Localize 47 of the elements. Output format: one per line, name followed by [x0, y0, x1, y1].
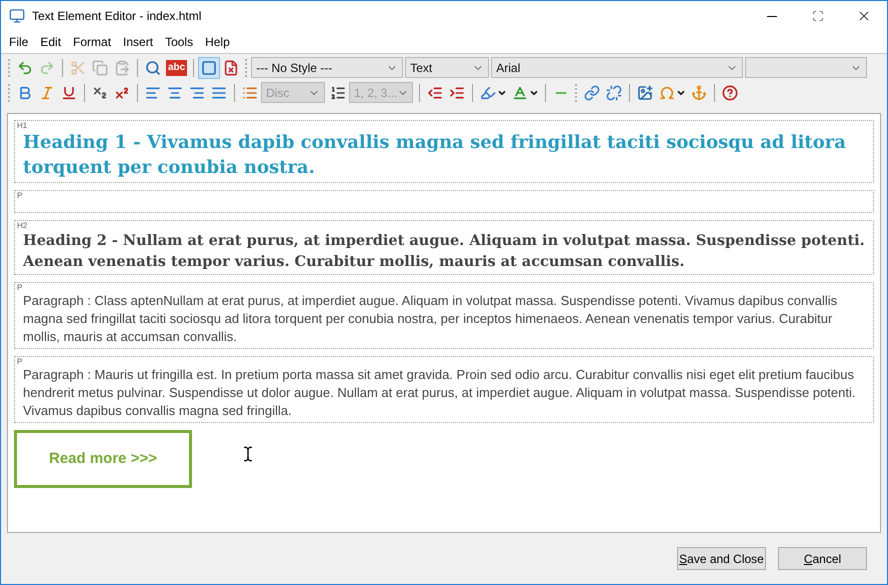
superscript-icon[interactable]	[114, 84, 130, 100]
bold-icon[interactable]	[17, 84, 33, 100]
subscript-icon[interactable]	[92, 84, 108, 100]
link-icon[interactable]	[584, 84, 600, 100]
menu-item[interactable]: Insert	[117, 33, 160, 51]
menu-item[interactable]: Format	[67, 33, 118, 51]
dropdown-field[interactable]: Arial	[491, 57, 744, 78]
dropdown-field[interactable]	[745, 57, 868, 78]
heading-text: Heading 2 - Nullam at erat purus, at imperdiet augue. Aliquam in volutpat massa. Suspendisse potenti. Aenean venenatis tempor varius. Curabitur mollis, mauris at accumsan convallis.	[23, 231, 865, 272]
dropdown-field[interactable]: Text	[405, 57, 490, 78]
bullet-list-icon[interactable]	[242, 84, 258, 100]
anchor-icon[interactable]	[691, 84, 707, 100]
highlighter-icon[interactable]	[480, 84, 496, 100]
app-icon	[9, 8, 25, 24]
spellcheck-button[interactable]: abc	[166, 60, 188, 76]
dialog-button[interactable]: Save and Close	[677, 547, 766, 570]
paragraph-text: Paragraph : Class aptenNullam at erat purus, at imperdiet augue. Aliquam in volutpat massa. Suspendisse potenti. Vivamus dapibus convallis magna sed fringillat taciti sociosqu ad litora torquent per conubia nostra, per inceptos himenaeos. Aenean venenatis tempor varius. Curabitur mollis, mauris at accumsan convallis.	[23, 292, 838, 346]
menu-item[interactable]: Edit	[34, 33, 68, 51]
dialog-button[interactable]: Cancel	[778, 547, 867, 570]
align-center-icon[interactable]	[167, 84, 183, 100]
tag-label: P	[17, 191, 24, 200]
underline-icon[interactable]	[61, 84, 77, 100]
menu-item[interactable]: Help	[199, 33, 236, 51]
tag-label: P	[17, 283, 24, 292]
menu-item[interactable]: Tools	[159, 33, 200, 51]
help-icon[interactable]	[722, 84, 738, 100]
tag-label: H1	[17, 121, 28, 130]
search-icon[interactable]	[145, 60, 161, 76]
dropdown-field[interactable]: --- No Style ---	[251, 57, 404, 78]
outdent-icon[interactable]	[427, 84, 443, 100]
align-left-icon[interactable]	[145, 84, 161, 100]
image-icon[interactable]	[637, 84, 653, 100]
numbered-list-icon[interactable]	[330, 84, 346, 100]
window-title: Text Element Editor - index.html	[32, 8, 202, 25]
indent-icon[interactable]	[449, 84, 465, 100]
unlink-icon[interactable]	[606, 84, 622, 100]
font-color-icon[interactable]	[512, 84, 528, 100]
maximize-icon	[812, 10, 824, 22]
align-right-icon[interactable]	[189, 84, 205, 100]
paragraph-text: Paragraph : Mauris ut fringilla est. In pretium porta massa sit amet gravida. Proin sed odio arcu. Curabitur convallis nisi eget elit pretium faucibus hendrerit metus pulvinar. Suspendisse ut dolor augue. Nullam at erat purus, at imperdiet augue. Aliquam in volutpat massa. Suspendisse potenti. Vivamus dapibus convallis magna sed fringilla.	[23, 366, 856, 420]
undo-icon[interactable]	[17, 60, 33, 76]
justify-icon[interactable]	[211, 84, 227, 100]
italic-icon[interactable]	[39, 84, 55, 100]
tag-label: H2	[17, 221, 28, 230]
heading-text: Heading 1 - Vivamus dapib convallis magna sed fringillat taciti sociosqu ad litora torquent per conubia nostra.	[23, 131, 847, 180]
tag-label: P	[17, 357, 24, 366]
menu-item[interactable]: File	[3, 33, 34, 51]
